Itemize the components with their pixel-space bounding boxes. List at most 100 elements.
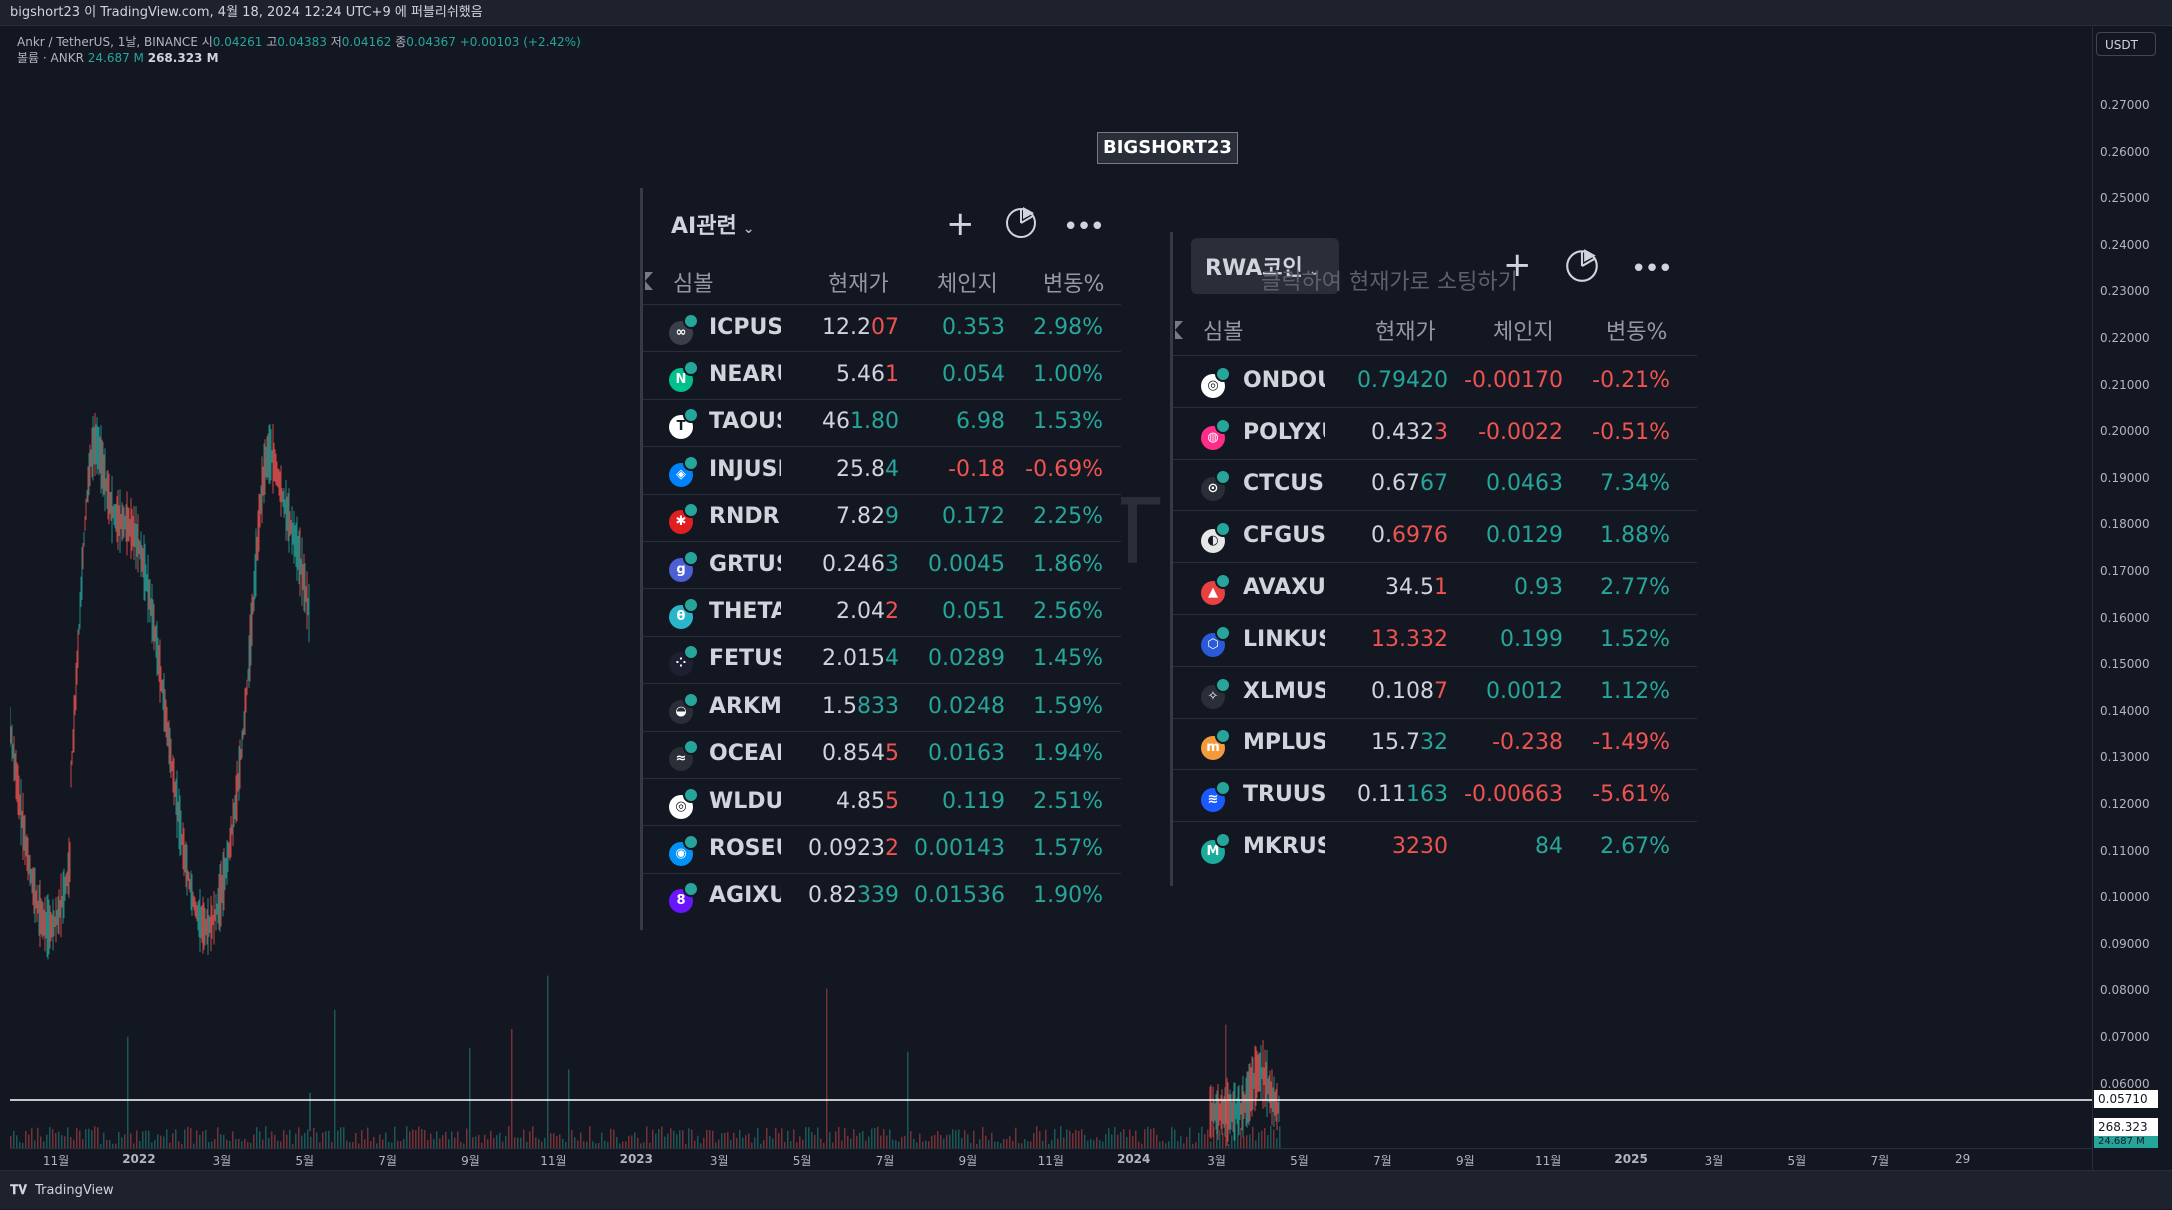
change-value: 0.0248: [928, 693, 1005, 719]
watchlist-row[interactable]: ◎WLDUSD4.8550.1192.51%: [643, 778, 1121, 825]
watchlist-row[interactable]: ◐CFGUSD0.69760.01291.88%: [1173, 510, 1697, 562]
flag-icon[interactable]: [1175, 321, 1183, 339]
volume-bar: [1255, 1140, 1257, 1148]
flag-icon[interactable]: [645, 272, 653, 290]
volume-bar: [418, 1126, 420, 1148]
volume-bar: [82, 1139, 84, 1148]
volume-bar: [1123, 1129, 1125, 1148]
volume-bar: [244, 1138, 246, 1148]
change-value: 0.172: [942, 504, 1005, 530]
volume-bar: [805, 1127, 807, 1148]
watchlist-row[interactable]: MMKRUSD3230842.67%: [1173, 821, 1697, 873]
currency-button[interactable]: USDT: [2096, 32, 2156, 56]
watchlist-row[interactable]: θTHETAU2.0420.0512.56%: [643, 588, 1121, 635]
volume-bar: [721, 1133, 723, 1148]
volume-bar: [61, 1135, 63, 1148]
watchlist-row[interactable]: ⁘FETUSD2.01540.02891.45%: [643, 635, 1121, 683]
volume-bar: [274, 1134, 276, 1148]
volume-bar: [1015, 1127, 1017, 1148]
price-tick-label: 0.18000: [2100, 517, 2150, 532]
change-percent: 1.57%: [1033, 836, 1103, 862]
volume-bar: [1063, 1137, 1065, 1148]
time-tick-label: 7월: [1870, 1154, 1890, 1168]
volume-bar: [1120, 1131, 1122, 1148]
volume-bar: [631, 1135, 633, 1148]
watchlist-widget-rwa[interactable]: RWA코인 ⌄ 클릭하여 현재가로 소팅하기 + ••• 심볼 현재가 체인지 변…: [1170, 232, 1697, 886]
col-last[interactable]: 현재가: [828, 266, 889, 298]
col-change-pct[interactable]: 변동%: [1043, 266, 1104, 298]
volume-bar: [1132, 1136, 1134, 1148]
change-percent: 1.90%: [1033, 883, 1103, 909]
col-change-pct[interactable]: 변동%: [1606, 314, 1667, 346]
watchlist-row[interactable]: ✧XLMUSD0.10870.00121.12%: [1173, 665, 1697, 718]
volume-bar: [778, 1133, 780, 1148]
volume-bar: [433, 1139, 435, 1148]
volume-bar: [610, 1128, 612, 1148]
watchlist-row[interactable]: ≋TRUUSD0.11163-0.00663-5.61%: [1173, 769, 1697, 821]
time-tick-label: 11월: [1037, 1154, 1064, 1168]
volume-bar: [940, 1134, 942, 1148]
close-value: 0.04367: [406, 35, 456, 49]
time-tick-label: 11월: [42, 1154, 70, 1168]
last-price: 0.1087: [1371, 679, 1448, 704]
col-change[interactable]: 체인지: [937, 266, 998, 298]
volume-bar: [76, 1128, 78, 1148]
more-icon[interactable]: •••: [1631, 254, 1673, 284]
watchlist-row[interactable]: ▲AVAXUS34.510.932.77%: [1173, 562, 1697, 614]
watchlist-row[interactable]: ◎ONDOUS0.79420-0.00170-0.21%: [1173, 355, 1697, 407]
high-label: 고: [266, 35, 278, 49]
col-symbol[interactable]: 심볼: [673, 266, 713, 298]
pie-chart-icon[interactable]: [1563, 246, 1601, 288]
col-symbol[interactable]: 심볼: [1203, 314, 1243, 346]
volume-bar: [10, 1136, 12, 1148]
plus-icon[interactable]: +: [946, 204, 975, 244]
volume-bar: [1219, 1129, 1221, 1148]
price-tick-label: 0.17000: [2100, 564, 2150, 578]
watchlist-row[interactable]: ◉ROSEUS0.092320.001431.57%: [643, 825, 1121, 872]
symbol-description[interactable]: Ankr / TetherUS, 1날, BINANCE: [17, 35, 198, 49]
watchlist-row[interactable]: NNEARUS5.4610.0541.00%: [643, 351, 1121, 398]
watchlist-row[interactable]: mMPLUSD15.732-0.238-1.49%: [1173, 717, 1697, 770]
watchlist-row[interactable]: ◈INJUSDT25.84-0.18-0.69%: [643, 446, 1121, 493]
volume-label[interactable]: 볼륨 · ANKR: [17, 51, 84, 65]
watchlist-row[interactable]: ∞ICPUSD12.2070.3532.98%: [643, 304, 1121, 351]
volume-bar: [1234, 1128, 1236, 1148]
watchlist-row[interactable]: gGRTUSD0.24630.00451.86%: [643, 541, 1121, 588]
price-tick-label: 0.23000: [2100, 284, 2150, 299]
volume-bar: [316, 1132, 318, 1148]
last-price-label: 0.05710: [2094, 1090, 2158, 1108]
watchlist-row[interactable]: ◍POLYXU0.4323-0.0022-0.51%: [1173, 406, 1697, 459]
watchlist-row[interactable]: ≈OCEANU0.85450.01631.94%: [643, 730, 1121, 778]
volume-bar: [706, 1129, 708, 1148]
volume-bar: [229, 1140, 231, 1148]
col-last[interactable]: 현재가: [1375, 314, 1436, 346]
volume-bar: [532, 1126, 534, 1148]
watchlist-title[interactable]: AI관련 ⌄: [671, 208, 754, 240]
volume-bar: [562, 1138, 564, 1148]
volume-bar: [310, 1136, 312, 1148]
watchlist-row[interactable]: ⊙CTCUSD0.67670.04637.34%: [1173, 458, 1697, 511]
time-tick-label: 3월: [212, 1154, 232, 1168]
more-icon[interactable]: •••: [1063, 212, 1105, 242]
watchlist-widget-ai[interactable]: AI관련⌄ + ••• 심볼 현재가 체인지 변동% ∞ICPUSD12.207…: [640, 188, 1121, 930]
pie-chart-icon[interactable]: [1003, 204, 1039, 244]
col-change[interactable]: 체인지: [1493, 314, 1554, 346]
watchlist-row[interactable]: ◒ARKMUS1.58330.02481.59%: [643, 683, 1121, 730]
volume-bar: [544, 1137, 546, 1148]
volume-bar: [1045, 1129, 1047, 1148]
volume-bar: [799, 1136, 801, 1148]
volume-bar: [1009, 1136, 1011, 1148]
volume-bar: [775, 1128, 777, 1148]
watchlist-row[interactable]: ⬡LINKUSD13.3320.1991.52%: [1173, 614, 1697, 666]
volume-bar: [622, 1141, 624, 1148]
volume-bar: [769, 1135, 771, 1148]
exchange-badge-icon: [1215, 624, 1231, 641]
volume-bar: [16, 1135, 18, 1148]
plus-icon[interactable]: +: [1503, 245, 1532, 285]
watchlist-row[interactable]: TTAOUSD461.806.981.53%: [643, 398, 1121, 446]
last-price-stable: 15.7: [1371, 730, 1420, 756]
volume-bar: [850, 1138, 852, 1148]
watchlist-row[interactable]: ✱RNDRUS7.8290.1722.25%: [643, 493, 1121, 541]
volume-bar: [667, 1133, 669, 1148]
watchlist-row[interactable]: 8AGIXUS0.823390.015361.90%: [643, 872, 1121, 920]
